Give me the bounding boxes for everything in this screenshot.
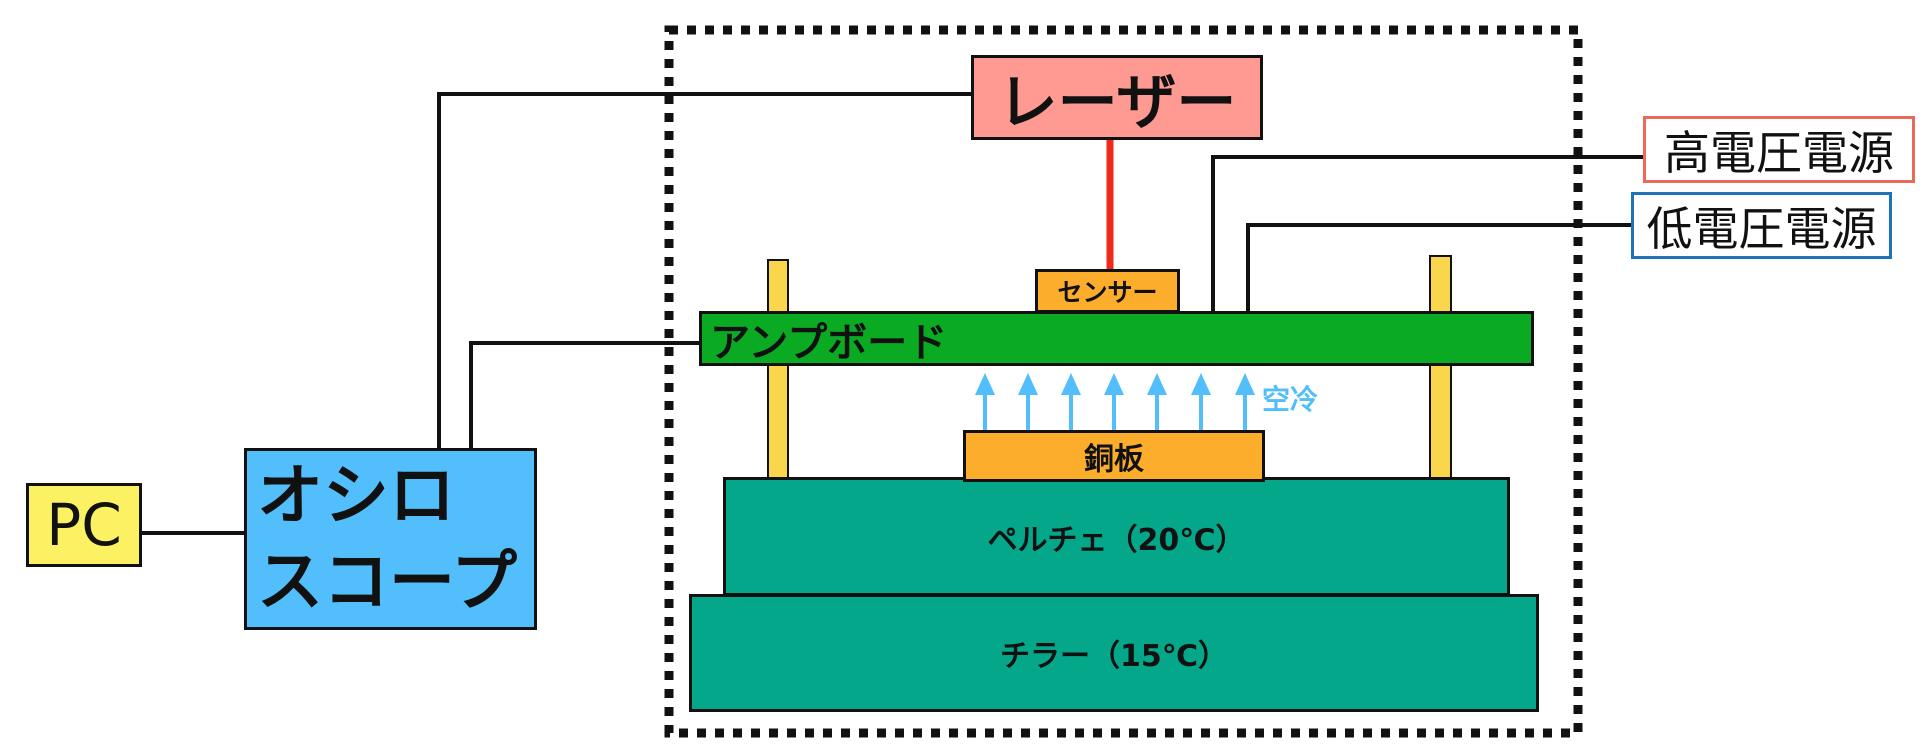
copper-plate-label: 銅板 — [1084, 442, 1144, 477]
laser-box: レーザー — [971, 55, 1263, 140]
wire-hv-to-amp — [1211, 155, 1643, 311]
laser-label: レーザー — [997, 68, 1237, 138]
peltier-block: ペルチェ（20℃） — [723, 477, 1510, 596]
air-arrow — [1147, 373, 1167, 430]
low-voltage-label: 低電圧電源 — [1646, 201, 1877, 256]
air-arrow — [1061, 373, 1081, 430]
high-voltage-label: 高電圧電源 — [1664, 125, 1894, 180]
amp-board: アンプボード — [699, 311, 1534, 366]
copper-plate: 銅板 — [963, 430, 1265, 482]
air-cooling-label: 空冷 — [1262, 383, 1319, 416]
peltier-label: ペルチェ（20℃） — [987, 522, 1246, 558]
air-arrow — [975, 373, 995, 430]
oscilloscope-box: オシロ スコープ — [244, 448, 537, 630]
sensor-label: センサー — [1057, 278, 1158, 307]
wire-laser-to-scope — [437, 92, 971, 448]
wire-amp-to-scope — [469, 341, 699, 448]
oscilloscope-label-line1: オシロ — [257, 457, 455, 534]
support-post-left — [767, 259, 789, 479]
air-cooling-arrows — [975, 373, 1255, 430]
air-arrow — [1104, 373, 1124, 430]
pc-label: PC — [46, 491, 122, 559]
chiller-label: チラー（15℃） — [999, 639, 1229, 674]
amp-board-label: アンプボード — [710, 319, 948, 366]
chiller-block: チラー（15℃） — [689, 594, 1539, 712]
air-arrow — [1191, 373, 1211, 430]
high-voltage-supply-box: 高電圧電源 — [1643, 116, 1915, 183]
air-arrow — [1235, 373, 1255, 430]
air-arrow — [1018, 373, 1038, 430]
sensor-box: センサー — [1035, 269, 1180, 313]
oscilloscope-label-line2: スコープ — [257, 543, 518, 620]
diagram-canvas: PC オシロ スコープ レーザー 高電圧電源 低電圧電源 センサー アンプボード… — [0, 0, 1924, 752]
pc-box: PC — [26, 483, 142, 567]
support-post-right — [1429, 255, 1452, 479]
low-voltage-supply-box: 低電圧電源 — [1631, 192, 1892, 259]
